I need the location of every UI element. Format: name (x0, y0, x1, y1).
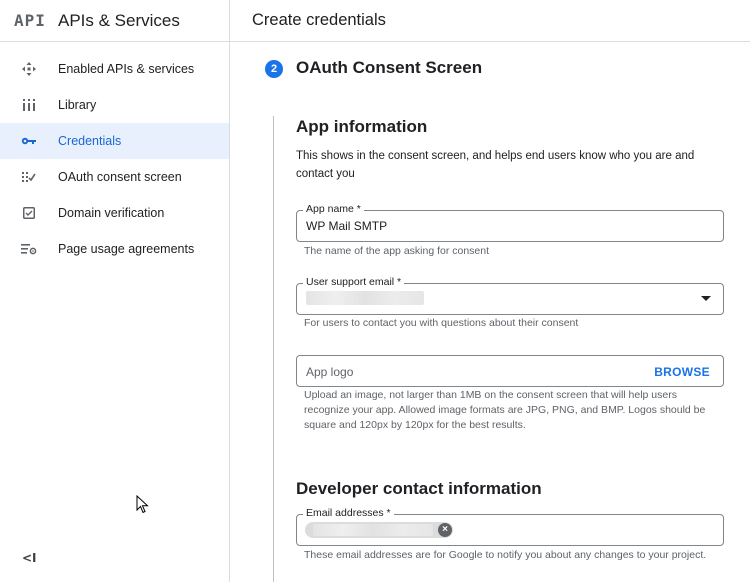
sidebar-item-oauth-consent[interactable]: OAuth consent screen (0, 159, 229, 195)
sidebar-item-label: Credentials (58, 134, 122, 148)
sidebar-item-library[interactable]: Library (0, 87, 229, 123)
redacted-email (306, 291, 424, 305)
sidebar-item-label: Domain verification (58, 206, 165, 220)
app-logo-field[interactable]: App logo BROWSE (296, 355, 724, 387)
sidebar-item-credentials[interactable]: Credentials (0, 123, 229, 159)
consent-screen-icon (20, 169, 38, 185)
page-title: Create credentials (252, 11, 386, 29)
app-info-title: App information (296, 117, 428, 136)
user-support-email-hint: For users to contact you with questions … (304, 317, 579, 329)
app-name-hint: The name of the app asking for consent (304, 245, 490, 257)
sidebar-nav: Enabled APIs & services Library Credenti… (0, 51, 229, 267)
library-icon (20, 97, 38, 113)
sidebar-item-label: Library (58, 98, 97, 112)
collapse-sidebar-button[interactable]: <I (22, 551, 37, 565)
checkbox-icon (20, 205, 38, 221)
remove-chip-icon[interactable]: × (438, 523, 452, 537)
sidebar-title: APIs & Services (58, 11, 180, 30)
sidebar-item-label: OAuth consent screen (58, 170, 182, 184)
sidebar-item-enabled-apis[interactable]: Enabled APIs & services (0, 51, 229, 87)
main-header: Create credentials (230, 0, 750, 42)
app-logo-placeholder: App logo (306, 365, 354, 379)
main-content: Create credentials 2 OAuth Consent Scree… (230, 0, 750, 582)
user-support-email-select[interactable]: User support email * (296, 276, 724, 315)
sidebar: API APIs & Services Enabled APIs & servi… (0, 0, 230, 582)
stepper-line (273, 116, 274, 582)
app-name-label: App name * (303, 203, 364, 215)
email-addresses-field[interactable]: Email addresses * × (296, 507, 724, 546)
api-logo: API (14, 11, 46, 30)
diamond-arrows-icon (20, 61, 38, 77)
mouse-cursor-icon (136, 494, 150, 520)
chevron-down-icon (701, 296, 711, 301)
key-icon (20, 133, 38, 149)
sidebar-item-page-usage[interactable]: Page usage agreements (0, 231, 229, 267)
app-name-field[interactable]: App name * WP Mail SMTP (296, 203, 724, 242)
settings-list-icon (20, 241, 38, 257)
redacted-email (313, 524, 433, 536)
sidebar-item-domain-verification[interactable]: Domain verification (0, 195, 229, 231)
sidebar-item-label: Enabled APIs & services (58, 62, 195, 76)
user-support-email-label: User support email * (303, 276, 405, 288)
app-logo-hint: Upload an image, not larger than 1MB on … (304, 389, 706, 431)
sidebar-header: API APIs & Services (0, 0, 229, 42)
email-addresses-hint: These email addresses are for Google to … (304, 549, 707, 561)
step-number-badge: 2 (265, 60, 283, 78)
browse-button[interactable]: BROWSE (654, 365, 710, 379)
email-chip: × (305, 522, 453, 538)
sidebar-item-label: Page usage agreements (58, 242, 195, 256)
app-info-description: This shows in the consent screen, and he… (296, 150, 695, 180)
developer-contact-title: Developer contact information (296, 479, 542, 498)
step-title: OAuth Consent Screen (296, 58, 483, 77)
email-addresses-label: Email addresses * (303, 507, 394, 519)
app-name-value: WP Mail SMTP (306, 219, 388, 233)
